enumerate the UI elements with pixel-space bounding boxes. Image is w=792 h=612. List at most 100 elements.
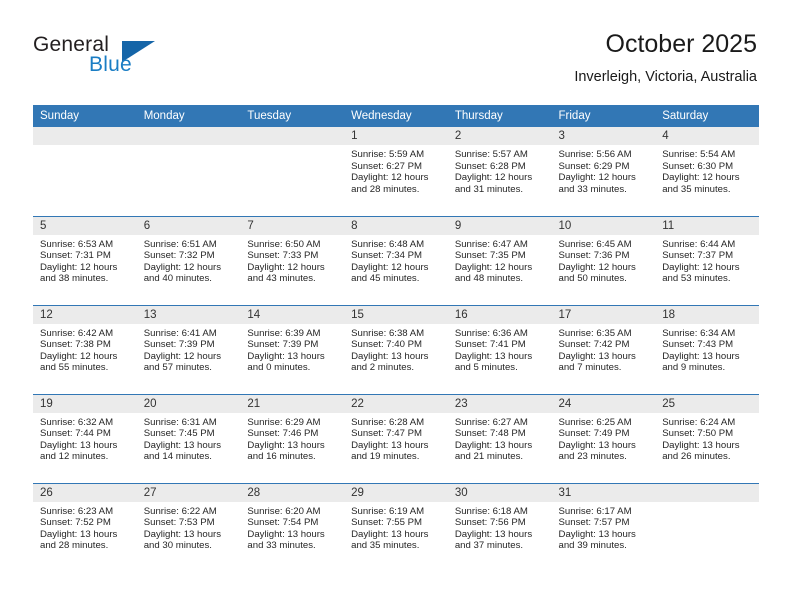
- calendar-day-cell[interactable]: 13 Sunrise: 6:41 AM Sunset: 7:39 PM Dayligh…: [136, 304, 241, 394]
- sunrise-text: Sunrise: 6:38 AM: [351, 327, 425, 339]
- calendar-day-cell[interactable]: 27 Sunrise: 6:22 AM Sunset: 7:53 PM Dayligh…: [136, 482, 241, 572]
- sunset-text: Sunset: 7:34 PM: [351, 250, 423, 262]
- day-details: Sunrise: 6:29 AM Sunset: 7:46 PM Daylight:…: [240, 413, 344, 463]
- calendar-day-cell[interactable]: 18 Sunrise: 6:34 AM Sunset: 7:43 PM Dayligh…: [655, 304, 759, 394]
- sunrise-text: Sunrise: 6:34 AM: [662, 327, 736, 339]
- calendar-day-cell[interactable]: 29 Sunrise: 6:19 AM Sunset: 7:55 PM Dayligh…: [344, 482, 448, 572]
- calendar-day-cell[interactable]: 21 Sunrise: 6:29 AM Sunset: 7:46 PM Dayligh…: [240, 393, 345, 483]
- calendar-day-cell[interactable]: 5 Sunrise: 6:53 AM Sunset: 7:31 PM Daylight…: [33, 215, 137, 305]
- calendar-day-cell[interactable]: 4 Sunrise: 5:54 AM Sunset: 6:30 PM Daylight…: [655, 127, 759, 216]
- sunrise-text: Sunrise: 6:45 AM: [558, 238, 632, 250]
- daylight-text-line2: and 35 minutes.: [351, 540, 420, 552]
- sunset-text: Sunset: 7:56 PM: [454, 517, 526, 529]
- daylight-text-line1: Daylight: 12 hours: [558, 172, 636, 184]
- calendar-day-cell[interactable]: 2 Sunrise: 5:57 AM Sunset: 6:28 PM Daylight…: [447, 127, 552, 216]
- day-details: Sunrise: 5:57 AM Sunset: 6:28 PM Daylight:…: [448, 145, 552, 195]
- calendar-day-cell[interactable]: 14 Sunrise: 6:39 AM Sunset: 7:39 PM Dayligh…: [240, 304, 345, 394]
- daylight-text-line2: and 5 minutes.: [454, 362, 518, 374]
- day-number: 13: [136, 305, 241, 324]
- sunrise-text: Sunrise: 6:22 AM: [143, 505, 217, 517]
- brand-logo[interactable]: General Blue: [33, 33, 213, 83]
- calendar-day-cell[interactable]: 28 Sunrise: 6:20 AM Sunset: 7:54 PM Dayligh…: [240, 482, 345, 572]
- calendar-day-cell[interactable]: 8 Sunrise: 6:48 AM Sunset: 7:34 PM Daylight…: [344, 215, 448, 305]
- calendar-day-cell-empty: [136, 127, 241, 216]
- day-details: Sunrise: 6:20 AM Sunset: 7:54 PM Daylight:…: [240, 502, 344, 552]
- calendar-day-cell[interactable]: 11 Sunrise: 6:44 AM Sunset: 7:37 PM Dayligh…: [655, 215, 759, 305]
- day-details: Sunrise: 6:34 AM Sunset: 7:43 PM Daylight:…: [655, 324, 759, 374]
- weekday-header-wednesday: Wednesday: [344, 105, 448, 127]
- sunset-text: Sunset: 7:32 PM: [143, 250, 215, 262]
- sunset-text: Sunset: 7:55 PM: [351, 517, 423, 529]
- sunset-text: Sunset: 7:47 PM: [351, 428, 423, 440]
- calendar-day-cell-empty: [33, 127, 137, 216]
- calendar-day-cell[interactable]: 15 Sunrise: 6:38 AM Sunset: 7:40 PM Dayligh…: [344, 304, 448, 394]
- calendar-day-cell[interactable]: 20 Sunrise: 6:31 AM Sunset: 7:45 PM Dayligh…: [136, 393, 241, 483]
- calendar-week-row: 5 Sunrise: 6:53 AM Sunset: 7:31 PM Daylight…: [33, 215, 759, 305]
- day-number: 6: [136, 216, 241, 235]
- calendar-day-cell[interactable]: 12 Sunrise: 6:42 AM Sunset: 7:38 PM Dayligh…: [33, 304, 137, 394]
- day-details: Sunrise: 6:47 AM Sunset: 7:35 PM Daylight:…: [448, 235, 552, 285]
- day-details: Sunrise: 5:56 AM Sunset: 6:29 PM Daylight:…: [552, 145, 656, 195]
- daylight-text-line1: Daylight: 13 hours: [662, 350, 740, 362]
- day-details: Sunrise: 6:27 AM Sunset: 7:48 PM Daylight:…: [448, 413, 552, 463]
- day-details: Sunrise: 6:38 AM Sunset: 7:40 PM Daylight:…: [344, 324, 448, 374]
- calendar-day-cell[interactable]: 6 Sunrise: 6:51 AM Sunset: 7:32 PM Daylight…: [136, 215, 241, 305]
- day-number: 16: [447, 305, 552, 324]
- daylight-text-line2: and 48 minutes.: [454, 273, 524, 285]
- sunset-text: Sunset: 6:28 PM: [454, 160, 526, 172]
- sunset-text: Sunset: 7:39 PM: [143, 339, 215, 351]
- calendar-day-cell[interactable]: 22 Sunrise: 6:28 AM Sunset: 7:47 PM Dayligh…: [344, 393, 448, 483]
- day-details: Sunrise: 6:31 AM Sunset: 7:45 PM Daylight:…: [137, 413, 241, 463]
- calendar-day-cell[interactable]: 10 Sunrise: 6:45 AM Sunset: 7:36 PM Dayligh…: [551, 215, 656, 305]
- daylight-text-line2: and 57 minutes.: [143, 362, 212, 374]
- sunset-text: Sunset: 7:57 PM: [558, 517, 630, 529]
- calendar-day-cell[interactable]: 25 Sunrise: 6:24 AM Sunset: 7:50 PM Dayligh…: [655, 393, 759, 483]
- sunset-text: Sunset: 6:27 PM: [351, 160, 423, 172]
- daylight-text-line1: Daylight: 13 hours: [454, 439, 533, 451]
- daylight-text-line2: and 12 minutes.: [40, 451, 109, 463]
- weekday-header-monday: Monday: [136, 105, 241, 127]
- sunrise-text: Sunrise: 5:57 AM: [454, 149, 528, 160]
- sunrise-text: Sunrise: 6:20 AM: [247, 505, 321, 517]
- daylight-text-line2: and 40 minutes.: [143, 273, 212, 285]
- page-subtitle: Inverleigh, Victoria, Australia: [574, 69, 757, 85]
- calendar-day-cell[interactable]: 3 Sunrise: 5:56 AM Sunset: 6:29 PM Daylight…: [551, 127, 656, 216]
- sunset-text: Sunset: 7:48 PM: [454, 428, 526, 440]
- sunset-text: Sunset: 7:31 PM: [40, 250, 111, 262]
- daylight-text-line1: Daylight: 13 hours: [143, 528, 222, 540]
- daylight-text-line1: Daylight: 13 hours: [351, 528, 429, 540]
- calendar-day-cell[interactable]: 16 Sunrise: 6:36 AM Sunset: 7:41 PM Dayligh…: [447, 304, 552, 394]
- calendar-day-cell[interactable]: 1 Sunrise: 5:59 AM Sunset: 6:27 PM Daylight…: [344, 127, 448, 216]
- calendar-day-cell[interactable]: 30 Sunrise: 6:18 AM Sunset: 7:56 PM Dayligh…: [447, 482, 552, 572]
- sunrise-text: Sunrise: 6:44 AM: [662, 238, 736, 250]
- day-details: Sunrise: 6:32 AM Sunset: 7:44 PM Daylight:…: [33, 413, 137, 463]
- weekday-header-thursday: Thursday: [447, 105, 552, 127]
- day-details: Sunrise: 6:19 AM Sunset: 7:55 PM Daylight:…: [344, 502, 448, 552]
- day-details: Sunrise: 6:35 AM Sunset: 7:42 PM Daylight:…: [552, 324, 656, 374]
- calendar-day-cell-empty: [655, 482, 759, 572]
- sunrise-text: Sunrise: 6:50 AM: [247, 238, 321, 250]
- sunrise-text: Sunrise: 6:23 AM: [40, 505, 114, 517]
- day-number: 10: [551, 216, 656, 235]
- calendar-day-cell[interactable]: 7 Sunrise: 6:50 AM Sunset: 7:33 PM Daylight…: [240, 215, 345, 305]
- sunrise-text: Sunrise: 5:59 AM: [351, 149, 425, 160]
- daylight-text-line1: Daylight: 12 hours: [40, 350, 118, 362]
- calendar-grid: Sunday Monday Tuesday Wednesday Thursday…: [33, 105, 759, 572]
- daylight-text-line2: and 39 minutes.: [558, 540, 627, 552]
- calendar-day-cell[interactable]: 31 Sunrise: 6:17 AM Sunset: 7:57 PM Dayligh…: [551, 482, 656, 572]
- sunrise-text: Sunrise: 6:51 AM: [143, 238, 217, 250]
- calendar-header-row: Sunday Monday Tuesday Wednesday Thursday…: [33, 105, 759, 127]
- sunrise-text: Sunrise: 6:39 AM: [247, 327, 321, 339]
- day-number: 29: [344, 483, 448, 502]
- sunset-text: Sunset: 7:37 PM: [662, 250, 734, 262]
- calendar-day-cell[interactable]: 26 Sunrise: 6:23 AM Sunset: 7:52 PM Dayligh…: [33, 482, 137, 572]
- calendar-day-cell[interactable]: 19 Sunrise: 6:32 AM Sunset: 7:44 PM Dayligh…: [33, 393, 137, 483]
- day-number: 18: [655, 305, 759, 324]
- calendar-day-cell[interactable]: 23 Sunrise: 6:27 AM Sunset: 7:48 PM Dayligh…: [447, 393, 552, 483]
- calendar-day-cell[interactable]: 24 Sunrise: 6:25 AM Sunset: 7:49 PM Dayligh…: [551, 393, 656, 483]
- calendar-day-cell[interactable]: 9 Sunrise: 6:47 AM Sunset: 7:35 PM Daylight…: [447, 215, 552, 305]
- calendar-day-cell[interactable]: 17 Sunrise: 6:35 AM Sunset: 7:42 PM Dayligh…: [551, 304, 656, 394]
- sunset-text: Sunset: 6:29 PM: [558, 160, 630, 172]
- day-number: 21: [240, 394, 345, 413]
- sunset-text: Sunset: 7:45 PM: [143, 428, 215, 440]
